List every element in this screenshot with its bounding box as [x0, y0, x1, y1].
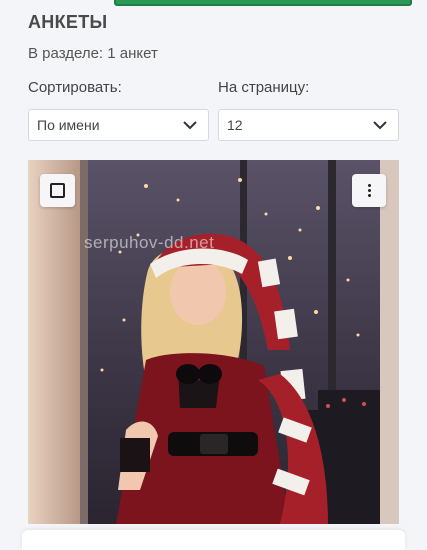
- profile-card[interactable]: serpuhov-dd.net: [28, 160, 399, 524]
- sort-select[interactable]: По имени: [28, 109, 209, 141]
- profile-photo[interactable]: [28, 160, 399, 524]
- checkbox-icon: [50, 183, 65, 198]
- per-page-label: На страницу:: [218, 79, 310, 96]
- watermark: serpuhov-dd.net: [84, 233, 215, 252]
- more-options-button[interactable]: [352, 174, 386, 207]
- per-page-select-value: 12: [227, 117, 243, 133]
- bottom-panel: [22, 530, 405, 550]
- top-action-bar[interactable]: [114, 0, 412, 6]
- section-count: В разделе: 1 анкет: [28, 45, 158, 62]
- sort-label: Сортировать:: [28, 79, 122, 96]
- sort-select-value: По имени: [37, 117, 100, 133]
- select-checkbox-button[interactable]: [40, 174, 75, 207]
- chevron-down-icon: [373, 121, 387, 130]
- chevron-down-icon: [183, 121, 197, 130]
- page-title: АНКЕТЫ: [28, 12, 108, 32]
- more-vertical-icon: [367, 184, 371, 197]
- per-page-select[interactable]: 12: [218, 109, 399, 141]
